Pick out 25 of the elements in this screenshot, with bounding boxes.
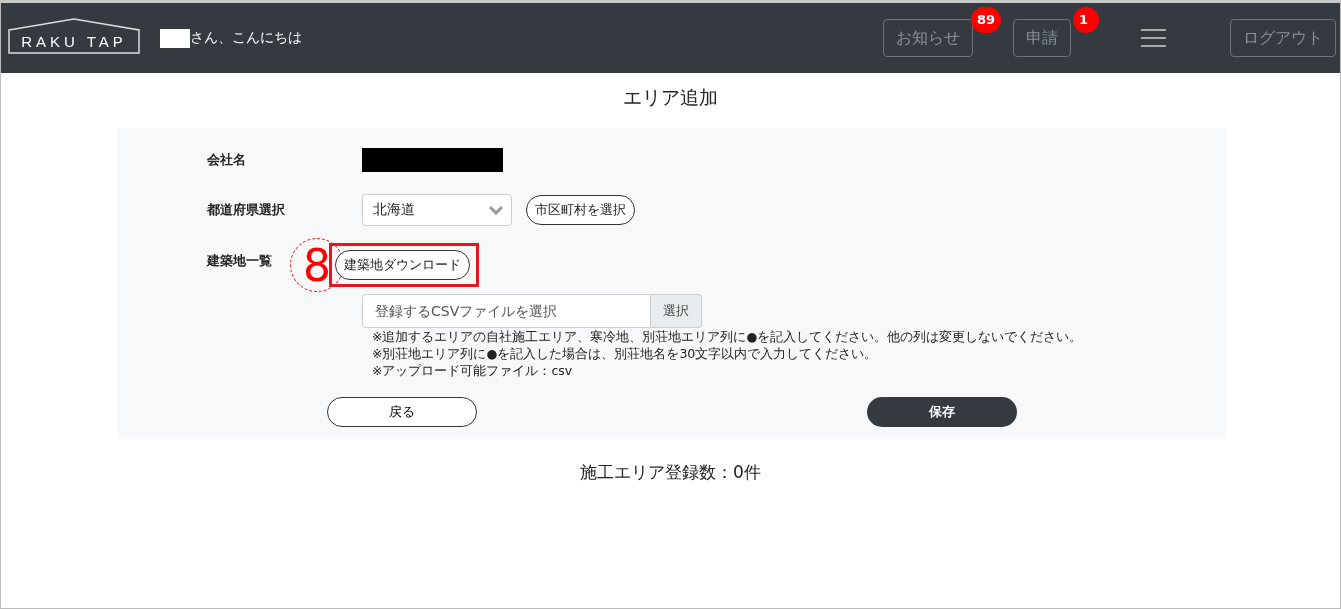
note-text: ※追加するエリアの自社施工エリア、寒冷地、別荘地エリア列に●を記入してください。他の列は変更しないでください。 (372, 328, 1084, 345)
registration-count: 施工エリア登録数：0件 (579, 461, 762, 484)
browse-button[interactable]: 選択 (651, 294, 702, 328)
save-button[interactable]: 保存 (867, 397, 1017, 427)
logo[interactable]: RAKU TAP (8, 18, 140, 54)
chevron-down-icon (489, 205, 503, 215)
nav-button[interactable]: 申請 (1013, 19, 1071, 57)
field-label: 建築地一覧 (207, 252, 272, 270)
field-label: 会社名 (207, 151, 246, 169)
count-badge: 89 (970, 7, 1001, 33)
nav-button[interactable]: ログアウト (1230, 19, 1336, 57)
select-city-button[interactable]: 市区町村を選択 (526, 195, 635, 225)
back-button[interactable]: 戻る (327, 397, 477, 427)
nav-button[interactable]: お知らせ (883, 19, 973, 57)
note-text: ※別荘地エリア列に●を記入した場合は、別荘地名を30文字以内で入力してください。 (372, 345, 879, 362)
greeting-text: さん、こんにちは (190, 29, 302, 47)
redacted-block (160, 28, 190, 48)
count-badge: 1 (1073, 7, 1099, 33)
download-button[interactable]: 建築地ダウンロード (335, 250, 470, 280)
file-input-field[interactable]: 登録するCSVファイルを選択 (362, 294, 651, 328)
field-label: 都道府県選択 (207, 201, 285, 219)
prefecture-select[interactable]: 北海道 (362, 194, 512, 226)
note-text: ※アップロード可能ファイル：csv (372, 362, 574, 379)
page-title: エリア追加 (622, 85, 719, 110)
menu-icon[interactable] (1141, 28, 1166, 48)
